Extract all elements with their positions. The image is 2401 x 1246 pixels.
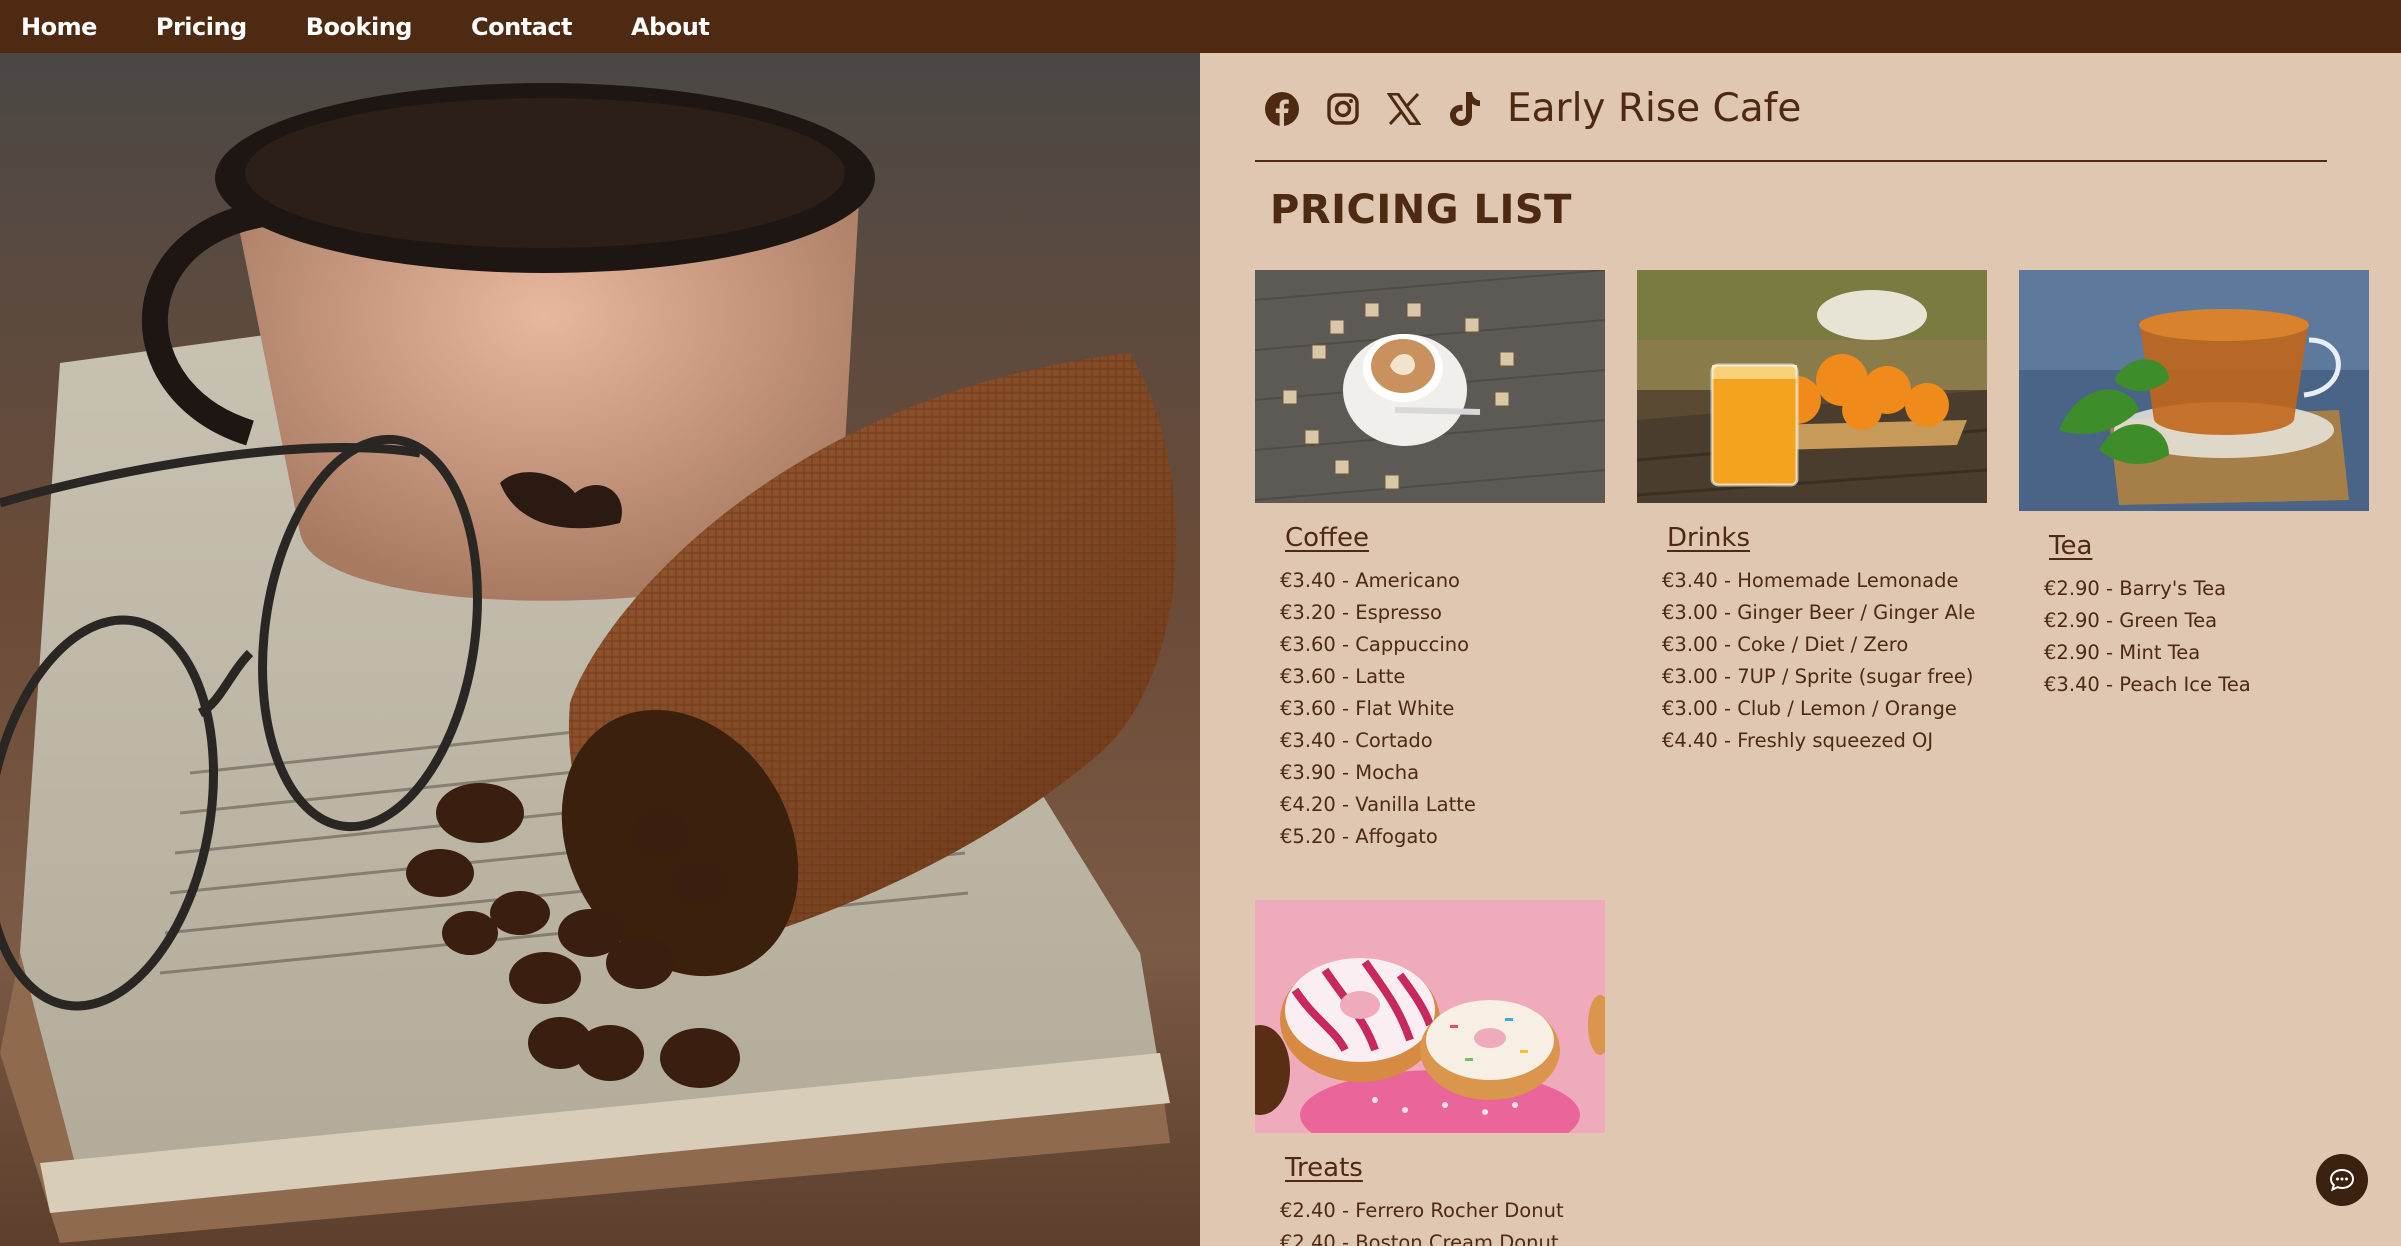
- list-item: €2.90 - Barry's Tea: [2044, 577, 2227, 600]
- tea-price-list: €2.90 - Barry's Tea €2.90 - Green Tea €2…: [2044, 573, 2369, 701]
- list-item: €3.00 - Club / Lemon / Orange: [1662, 697, 1957, 720]
- category-drinks-link[interactable]: Drinks: [1667, 523, 1750, 553]
- list-item: €3.60 - Flat White: [1280, 697, 1455, 720]
- tea-photo: [2019, 270, 2369, 511]
- list-item: €3.40 - Americano: [1280, 569, 1460, 592]
- list-item: €2.40 - Ferrero Rocher Donut: [1280, 1199, 1564, 1222]
- list-item: €2.40 - Boston Cream Donut: [1280, 1231, 1559, 1246]
- drinks-price-list: €3.40 - Homemade Lemonade €3.00 - Ginger…: [1662, 565, 1987, 757]
- list-item: €3.00 - Coke / Diet / Zero: [1662, 633, 1909, 656]
- facebook-icon[interactable]: [1263, 90, 1301, 128]
- list-item: €3.90 - Mocha: [1280, 761, 1420, 784]
- list-item: €3.40 - Peach Ice Tea: [2044, 673, 2251, 696]
- brand-name: Early Rise Cafe: [1507, 86, 1802, 131]
- list-item: €3.40 - Homemade Lemonade: [1662, 569, 1959, 592]
- coffee-price-list: €3.40 - Americano €3.20 - Espresso €3.60…: [1280, 565, 1605, 853]
- chat-bubble-icon: [2329, 1168, 2355, 1192]
- nav-contact[interactable]: Contact: [471, 13, 573, 41]
- category-card-coffee: Coffee €3.40 - Americano €3.20 - Espress…: [1255, 270, 1605, 853]
- list-item: €3.20 - Espresso: [1280, 601, 1442, 624]
- list-item: €3.00 - Ginger Beer / Ginger Ale: [1662, 601, 1976, 624]
- list-item: €5.20 - Affogato: [1280, 825, 1438, 848]
- list-item: €4.40 - Freshly squeezed OJ: [1662, 729, 1934, 752]
- coffee-photo: [1255, 270, 1605, 503]
- instagram-icon[interactable]: [1324, 90, 1362, 128]
- category-card-tea: Tea €2.90 - Barry's Tea €2.90 - Green Te…: [2019, 270, 2369, 701]
- category-treats-link[interactable]: Treats: [1285, 1153, 1363, 1183]
- list-item: €3.40 - Cortado: [1280, 729, 1433, 752]
- chat-button[interactable]: [2316, 1154, 2368, 1206]
- treats-price-list: €2.40 - Ferrero Rocher Donut €2.40 - Bos…: [1280, 1195, 1605, 1246]
- category-coffee-link[interactable]: Coffee: [1285, 523, 1369, 553]
- nav-about[interactable]: About: [631, 13, 710, 41]
- list-item: €3.00 - 7UP / Sprite (sugar free): [1662, 665, 1974, 688]
- social-header: Early Rise Cafe: [1263, 86, 1801, 131]
- drinks-photo: [1637, 270, 1987, 503]
- tiktok-icon[interactable]: [1446, 90, 1484, 128]
- header-divider: [1255, 160, 2327, 162]
- nav-pricing[interactable]: Pricing: [156, 13, 247, 41]
- content-panel: Early Rise Cafe PRICING LIST Coffee €3.4…: [1200, 53, 2401, 1246]
- hero-image: [0, 53, 1200, 1246]
- category-tea-link[interactable]: Tea: [2049, 531, 2092, 561]
- list-item: €3.60 - Latte: [1280, 665, 1406, 688]
- list-item: €4.20 - Vanilla Latte: [1280, 793, 1476, 816]
- category-card-drinks: Drinks €3.40 - Homemade Lemonade €3.00 -…: [1637, 270, 1987, 757]
- nav-home[interactable]: Home: [21, 13, 97, 41]
- treats-photo: [1255, 900, 1605, 1133]
- page-title: PRICING LIST: [1270, 187, 1572, 233]
- list-item: €2.90 - Green Tea: [2044, 609, 2218, 632]
- list-item: €3.60 - Cappuccino: [1280, 633, 1470, 656]
- x-icon[interactable]: [1385, 90, 1423, 128]
- nav-booking[interactable]: Booking: [306, 13, 413, 41]
- list-item: €2.90 - Mint Tea: [2044, 641, 2201, 664]
- category-card-treats: Treats €2.40 - Ferrero Rocher Donut €2.4…: [1255, 900, 1605, 1246]
- top-navigation: Home Pricing Booking Contact About: [0, 0, 2401, 53]
